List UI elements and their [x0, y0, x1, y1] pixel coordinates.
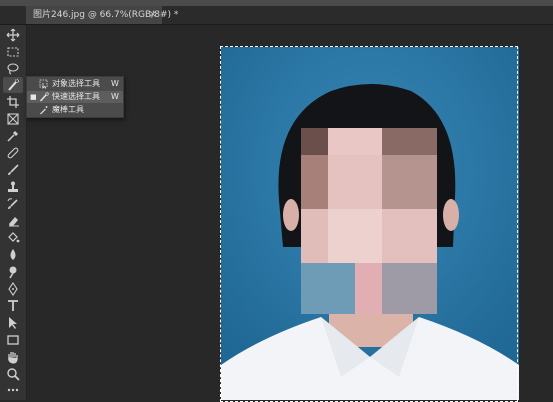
- eraser-icon: [9, 217, 19, 227]
- lasso-tool[interactable]: [3, 61, 23, 77]
- blur-icon: [10, 249, 16, 260]
- zoom-icon: [7, 368, 20, 381]
- more-tools[interactable]: [3, 382, 23, 398]
- flyout-item-label: 魔棒工具: [52, 105, 84, 114]
- flyout-item-label: 对象选择工具: [52, 79, 100, 88]
- brush-tool[interactable]: [3, 162, 23, 178]
- portrait-image: [221, 47, 519, 400]
- pixelated-face: [301, 128, 437, 314]
- document-photo[interactable]: [221, 47, 519, 400]
- type-tool[interactable]: [3, 298, 23, 314]
- type-icon: [8, 300, 18, 311]
- document-tab[interactable]: 图片246.jpg @ 66.7%(RGB/8#) * ×: [26, 6, 178, 24]
- frame-icon: [7, 113, 19, 125]
- object-selection-icon: [39, 79, 48, 89]
- crop-icon: [7, 96, 19, 108]
- rectangle-tool[interactable]: [3, 332, 23, 348]
- brush-icon: [8, 164, 19, 175]
- path-selection-tool[interactable]: [3, 315, 23, 331]
- crop-tool[interactable]: [3, 94, 23, 110]
- eyedropper-icon: [7, 130, 19, 142]
- clone-stamp-tool[interactable]: [3, 179, 23, 195]
- frame-tool[interactable]: [3, 111, 23, 127]
- flyout-item-label: 快速选择工具: [52, 92, 100, 101]
- flyout-item-magic-wand[interactable]: 魔棒工具: [27, 104, 123, 116]
- rectangle-icon: [7, 335, 19, 345]
- dodge-tool[interactable]: [3, 264, 23, 280]
- lasso-icon: [7, 63, 19, 75]
- pen-tool[interactable]: [3, 281, 23, 297]
- marquee-tool[interactable]: [3, 44, 23, 60]
- healing-brush-tool[interactable]: [3, 145, 23, 161]
- history-brush-tool[interactable]: [3, 196, 23, 212]
- selection-tools-flyout: 对象选择工具 W ■ 快速选择工具 W 魔棒工具: [26, 76, 124, 118]
- selected-bullet-icon: ■: [30, 93, 37, 101]
- marquee-icon: [7, 47, 19, 57]
- dodge-icon: [9, 266, 17, 279]
- more-icon: [7, 388, 19, 392]
- close-tab-icon[interactable]: ×: [149, 6, 157, 24]
- flyout-item-object-selection[interactable]: 对象选择工具 W: [27, 78, 123, 90]
- tools-panel: [0, 25, 27, 400]
- quick-selection-icon: [8, 78, 20, 91]
- hand-tool[interactable]: [3, 349, 23, 365]
- paint-bucket-tool[interactable]: [3, 230, 23, 246]
- flyout-item-shortcut: W: [111, 92, 119, 101]
- clone-stamp-icon: [8, 181, 18, 192]
- zoom-tool[interactable]: [3, 366, 23, 382]
- flyout-item-quick-selection[interactable]: ■ 快速选择工具 W: [27, 91, 123, 103]
- path-selection-icon: [9, 317, 17, 329]
- move-tool[interactable]: [3, 27, 23, 43]
- eraser-tool[interactable]: [3, 213, 23, 229]
- hand-icon: [8, 352, 18, 364]
- document-tab-bar: 图片246.jpg @ 66.7%(RGB/8#) * ×: [0, 6, 553, 25]
- flyout-item-shortcut: W: [111, 79, 119, 88]
- quick-selection-tool[interactable]: [3, 77, 23, 93]
- blur-tool[interactable]: [3, 247, 23, 263]
- history-brush-icon: [7, 198, 18, 209]
- magic-wand-icon: [40, 106, 48, 115]
- quick-selection-icon: [39, 92, 49, 102]
- eyedropper-tool[interactable]: [3, 128, 23, 144]
- move-icon: [6, 28, 20, 42]
- healing-brush-icon: [7, 147, 19, 159]
- paint-bucket-icon: [8, 232, 20, 243]
- pen-icon: [8, 282, 18, 296]
